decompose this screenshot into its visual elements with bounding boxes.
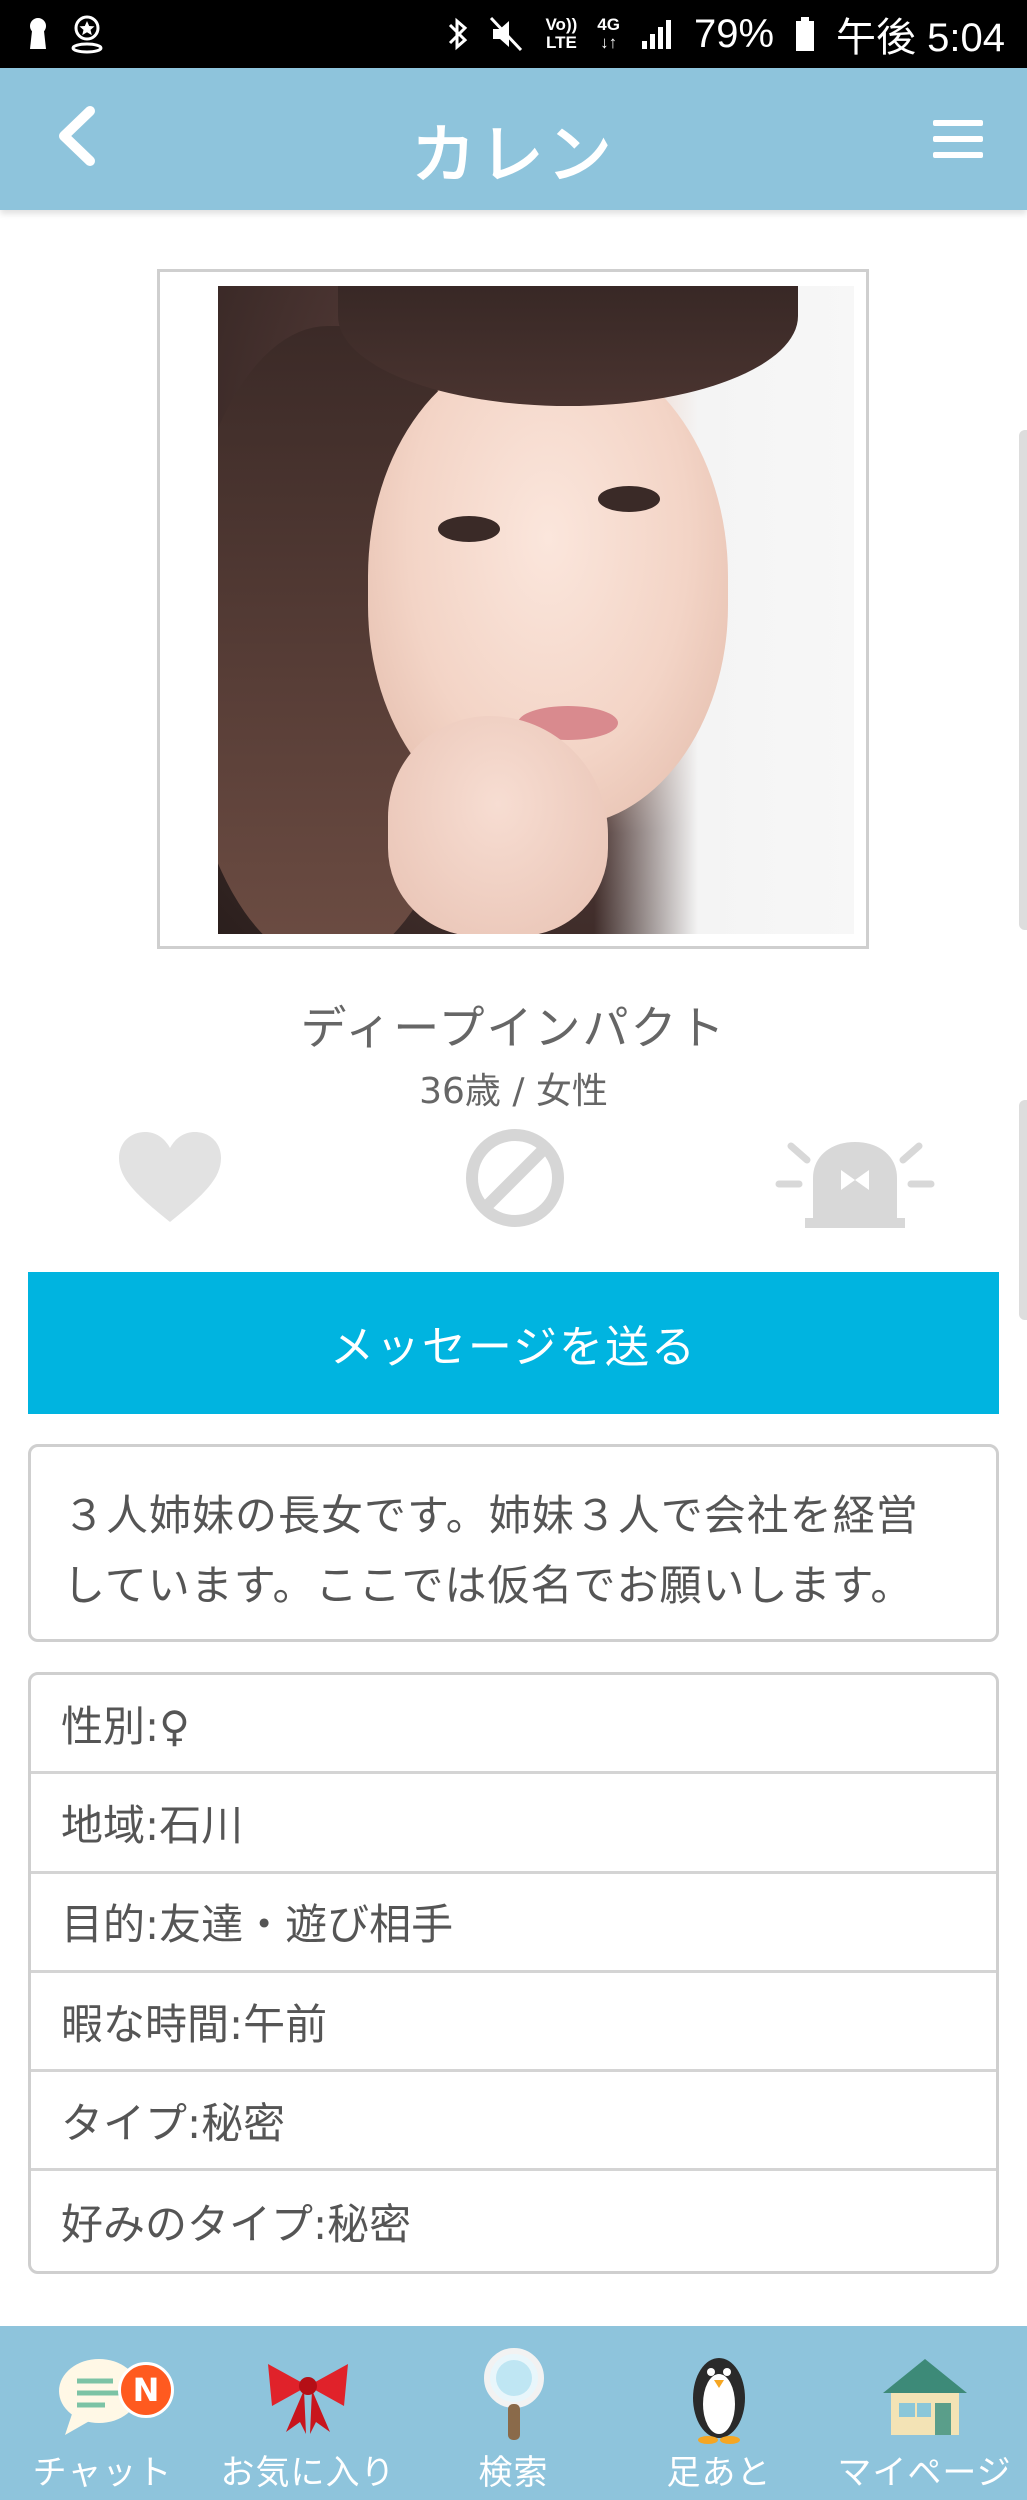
house-icon (875, 2346, 975, 2446)
nav-item-favorites[interactable]: お気に入り (206, 2326, 411, 2500)
status-bar-right: Vo)) LTE 4G ↓↑ 79% 午後 5:04 (447, 5, 1005, 63)
status-bar-left (26, 14, 104, 54)
profile-screen: Vo)) LTE 4G ↓↑ 79% 午後 5:04 カレン ディープインパクト… (0, 0, 1027, 2500)
profile-photo[interactable] (218, 286, 854, 934)
detail-row-preferred-type: 好みのタイプ:秘密 (61, 2199, 412, 2249)
nav-label-mypage: マイページ (837, 2453, 1012, 2493)
keyhole-icon (26, 17, 50, 51)
nav-item-footprints[interactable]: 足あと (617, 2326, 822, 2500)
clock: 午後 5:04 (836, 16, 1005, 60)
detail-row-type: タイプ:秘密 (31, 2072, 996, 2172)
app-header: カレン (0, 68, 1027, 210)
nav-label-chat: チャット (32, 2453, 173, 2493)
mute-icon (489, 16, 525, 52)
block-button[interactable] (455, 1125, 575, 1235)
send-message-button[interactable]: メッセージを送る (28, 1272, 999, 1414)
nav-item-chat[interactable]: N チャット (0, 2326, 205, 2500)
nav-label-search: 検索 (478, 2453, 549, 2493)
network-type-indicator: 4G ↓↑ (597, 15, 620, 52)
like-button[interactable] (110, 1125, 230, 1235)
nav-label-favorites: お気に入り (220, 2453, 396, 2493)
bluetooth-icon (447, 16, 469, 52)
detail-row-free-time: 暇な時間:午前 (31, 1973, 996, 2073)
status-bar: Vo)) LTE 4G ↓↑ 79% 午後 5:04 (0, 0, 1027, 68)
profile-details-table: 性別:♀ 地域:石川 目的:友達・遊び相手 暇な時間:午前 タイプ:秘密 好みの… (28, 1672, 999, 2274)
chat-new-badge: N (118, 2362, 174, 2418)
penguin-icon (669, 2346, 769, 2446)
nav-label-footprints: 足あと (666, 2453, 772, 2493)
profile-age-gender: 36歳 / 女性 (419, 1071, 608, 1112)
hamburger-menu-icon (933, 120, 983, 126)
volte-indicator: Vo)) LTE (545, 15, 578, 52)
block-icon (463, 1126, 567, 1234)
introduction-line: ３人姉妹の長女です。姉妹３人で会社を経営 (63, 1491, 919, 1540)
introduction-line: しています。ここでは仮名でお願いします。 (63, 1561, 914, 1610)
magnifier-icon (464, 2346, 564, 2446)
scrollbar-secondary (1019, 1100, 1027, 1320)
battery-percent: 79% (693, 11, 775, 56)
signal-strength-icon (640, 17, 674, 51)
introduction-box: ３人姉妹の長女です。姉妹３人で会社を経営 しています。ここでは仮名でお願いします… (28, 1444, 999, 1642)
nav-item-search[interactable]: 検索 (411, 2326, 616, 2500)
menu-button[interactable] (929, 114, 987, 164)
bottom-navigation: N チャット お気に入り 検索 足あと マイページ (0, 2326, 1027, 2500)
heart-icon (115, 1130, 225, 1230)
ribbon-bow-icon (258, 2346, 358, 2446)
location-pin-icon (70, 14, 104, 54)
page-title: カレン (411, 119, 616, 193)
alarm-siren-icon (775, 1126, 935, 1234)
scrollbar[interactable] (1019, 430, 1027, 930)
detail-row-purpose: 目的:友達・遊び相手 (31, 1874, 996, 1973)
profile-photo-frame (157, 269, 869, 949)
profile-nickname: ディープインパクト (300, 1001, 727, 1055)
detail-row-gender: 性別:♀ (31, 1675, 996, 1775)
battery-icon (794, 16, 816, 52)
nav-item-mypage[interactable]: マイページ (822, 2326, 1027, 2500)
report-button[interactable] (770, 1125, 940, 1235)
detail-row-region: 地域:石川 (31, 1774, 996, 1874)
